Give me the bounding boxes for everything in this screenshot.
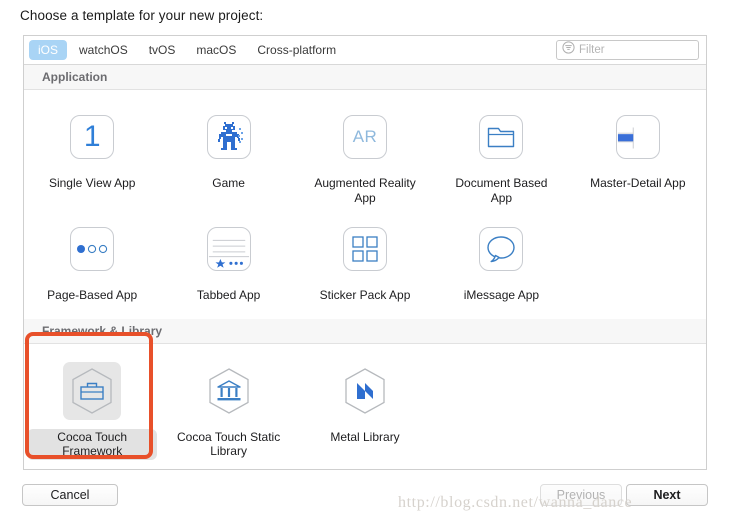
template-label: Game [212, 176, 245, 190]
section-header-application: Application [24, 65, 706, 90]
template-icon-wrap [200, 108, 258, 166]
template-page-based-app[interactable]: Page-Based App [24, 212, 160, 310]
section-body-application: 1 Single View App Game AR Augmented Real… [24, 90, 706, 310]
metal-m-hexagon-icon [345, 367, 385, 414]
template-tabbed-app[interactable]: Tabbed App [160, 212, 296, 310]
platform-tab-bar: iOS watchOS tvOS macOS Cross-platform Fi… [24, 36, 706, 65]
tab-tvos[interactable]: tvOS [140, 40, 185, 60]
template-icon-wrap [63, 220, 121, 278]
template-row: Cocoa Touch Framework Cocoa Touch Static… [24, 354, 706, 466]
tab-ios[interactable]: iOS [29, 40, 68, 60]
filter-placeholder: Filter [579, 44, 605, 56]
section-header-framework-library: Framework & Library [24, 318, 706, 344]
template-chooser-panel: iOS watchOS tvOS macOS Cross-platform Fi… [23, 35, 707, 470]
template-label: Augmented Reality App [314, 176, 416, 205]
template-label: iMessage App [463, 288, 540, 302]
toolbox-hexagon-icon [72, 367, 112, 414]
tab-macos[interactable]: macOS [187, 40, 245, 60]
template-empty-slot [570, 354, 706, 368]
template-icon-wrap [609, 108, 667, 166]
tab-watchos[interactable]: watchOS [70, 40, 137, 60]
tab-bar-icon [206, 227, 251, 271]
single-view-app-icon: 1 [70, 115, 115, 159]
previous-button[interactable]: Previous [540, 484, 622, 506]
game-robot-icon [206, 115, 251, 159]
section-divider [24, 309, 706, 319]
template-icon-wrap [336, 362, 394, 420]
cancel-button[interactable]: Cancel [22, 484, 118, 506]
augmented-reality-app-icon: AR [343, 115, 388, 159]
template-icon-wrap [200, 220, 258, 278]
page-dots-icon [70, 227, 115, 271]
filter-circle-icon [562, 41, 575, 59]
template-sticker-pack-app[interactable]: Sticker Pack App [297, 212, 433, 310]
template-augmented-reality-app[interactable]: AR Augmented Reality App [297, 100, 433, 212]
tab-cross-platform[interactable]: Cross-platform [248, 40, 345, 60]
document-folder-icon [479, 115, 524, 159]
template-icon-wrap: AR [336, 108, 394, 166]
template-icon-wrap [336, 220, 394, 278]
template-label: Metal Library [330, 429, 400, 444]
template-icon-wrap [472, 220, 530, 278]
template-icon-wrap [472, 108, 530, 166]
template-row: Page-Based App Tabbed App Sticker Pack A… [24, 212, 706, 310]
template-label: Page-Based App [47, 288, 138, 302]
section-body-framework-library: Cocoa Touch Framework Cocoa Touch Static… [24, 343, 706, 466]
template-imessage-app[interactable]: iMessage App [433, 212, 569, 310]
template-single-view-app[interactable]: 1 Single View App [24, 100, 160, 198]
template-icon-wrap [200, 362, 258, 420]
template-label: Sticker Pack App [319, 288, 411, 302]
template-label: Document Based App [455, 176, 548, 205]
template-cocoa-touch-framework[interactable]: Cocoa Touch Framework [24, 354, 160, 466]
template-master-detail-app[interactable]: Master-Detail App [570, 100, 706, 198]
template-label: Single View App [48, 176, 136, 190]
template-label: Cocoa Touch Framework [27, 428, 158, 460]
bank-hexagon-icon [208, 367, 249, 414]
template-game[interactable]: Game [160, 100, 296, 198]
template-document-based-app[interactable]: Document Based App [433, 100, 569, 212]
template-label: Master-Detail App [590, 176, 686, 190]
master-detail-app-icon [615, 115, 660, 159]
template-icon-wrap [63, 361, 122, 420]
template-icon-wrap: 1 [63, 108, 121, 166]
sticker-grid-icon [343, 227, 388, 271]
filter-field[interactable]: Filter [556, 40, 699, 60]
template-cocoa-touch-static-library[interactable]: Cocoa Touch Static Library [160, 354, 296, 466]
template-row: 1 Single View App Game AR Augmented Real… [24, 100, 706, 212]
next-button[interactable]: Next [626, 484, 708, 506]
template-empty-slot [433, 354, 569, 368]
speech-bubble-icon [479, 227, 524, 271]
template-label: Cocoa Touch Static Library [177, 429, 281, 459]
template-metal-library[interactable]: Metal Library [297, 354, 433, 452]
template-empty-slot [570, 212, 706, 226]
page-title: Choose a template for your new project: [20, 8, 264, 23]
template-label: Tabbed App [196, 288, 261, 302]
